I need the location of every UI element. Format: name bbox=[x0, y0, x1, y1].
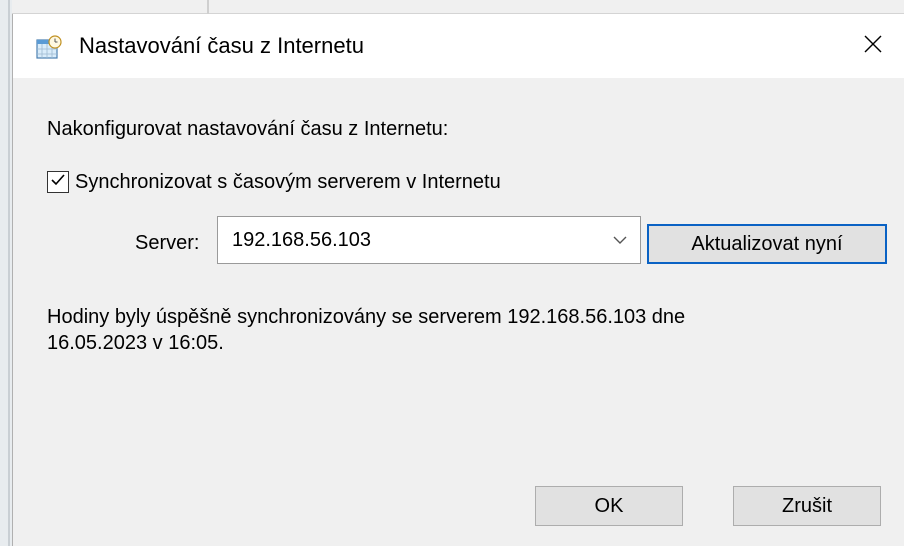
sync-status-line: 16.05.2023 v 16:05. bbox=[47, 332, 224, 354]
chevron-down-icon[interactable] bbox=[600, 217, 640, 263]
sync-status-line: Hodiny byly úspěšně synchronizovány se s… bbox=[47, 306, 686, 328]
checkmark-icon bbox=[49, 171, 67, 194]
cancel-button[interactable]: Zrušit bbox=[733, 486, 881, 526]
config-heading: Nakonfigurovat nastavování času z Intern… bbox=[47, 118, 449, 140]
sync-checkbox[interactable] bbox=[47, 171, 69, 193]
dialog-content: Nakonfigurovat nastavování času z Intern… bbox=[13, 78, 904, 546]
calendar-clock-icon bbox=[35, 34, 63, 62]
dialog-title: Nastavování času z Internetu bbox=[79, 33, 364, 58]
background-window-top bbox=[12, 0, 904, 14]
sync-status-text: Hodiny byly úspěšně synchronizovány se s… bbox=[47, 304, 867, 356]
background-window-edge bbox=[0, 0, 12, 546]
internet-time-dialog: Nastavování času z Internetu Nakonfiguro… bbox=[12, 14, 904, 546]
server-value[interactable]: 192.168.56.103 bbox=[232, 229, 600, 252]
sync-checkbox-row[interactable]: Synchronizovat s časovým serverem v Inte… bbox=[47, 168, 501, 196]
close-button[interactable] bbox=[849, 26, 897, 66]
ok-button[interactable]: OK bbox=[535, 486, 683, 526]
background-divider bbox=[8, 0, 10, 546]
title-bar: Nastavování času z Internetu bbox=[13, 14, 904, 78]
update-now-button[interactable]: Aktualizovat nyní bbox=[647, 224, 887, 264]
server-label: Server: bbox=[135, 232, 200, 254]
server-combobox[interactable]: 192.168.56.103 bbox=[217, 216, 641, 264]
background-divider bbox=[207, 0, 209, 14]
sync-checkbox-label[interactable]: Synchronizovat s časovým serverem v Inte… bbox=[75, 169, 501, 195]
close-icon bbox=[863, 34, 883, 59]
